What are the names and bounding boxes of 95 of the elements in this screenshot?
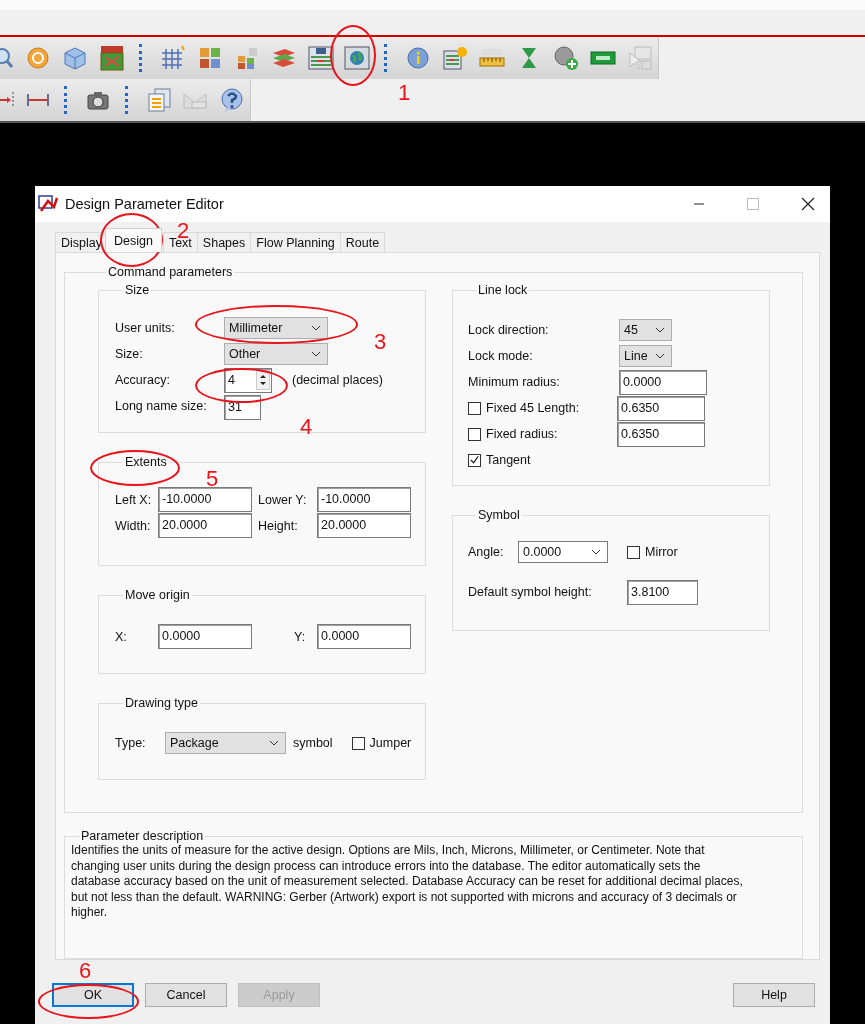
text-field[interactable]: 20.0000	[158, 513, 252, 538]
dropdown[interactable]: 0.0000	[518, 541, 608, 563]
spin-arrows-icon[interactable]	[256, 370, 270, 390]
field-label: Angle:	[468, 545, 505, 559]
field-label: Accuracy:	[115, 373, 171, 387]
field-label: Lower Y:	[258, 492, 308, 507]
text-field[interactable]: 0.0000	[158, 624, 252, 649]
circle-plus-icon[interactable]	[552, 45, 579, 71]
dialog-button[interactable]: Cancel	[145, 983, 227, 1007]
field-label: Height:	[258, 518, 299, 533]
text-field[interactable]: 0.6350	[617, 421, 705, 447]
checkbox-label: Jumper	[369, 736, 412, 750]
field-label: User units:	[115, 321, 176, 335]
close-icon[interactable]	[801, 197, 815, 211]
tab[interactable]: Display	[55, 232, 108, 252]
checkbox[interactable]	[468, 401, 481, 415]
field-label: Y:	[294, 629, 307, 644]
app-icon	[38, 195, 58, 213]
squares-icon[interactable]	[197, 46, 222, 70]
window-title: Design Parameter Editor	[65, 196, 224, 212]
globe-icon[interactable]	[344, 46, 371, 70]
grid-icon[interactable]	[160, 45, 186, 71]
board-icon[interactable]	[100, 45, 125, 71]
tab[interactable]: Route	[339, 232, 386, 252]
text-field[interactable]: -10.0000	[158, 487, 252, 512]
documents-icon[interactable]	[145, 87, 172, 113]
checkbox-label: Mirror	[645, 545, 678, 559]
camera-icon[interactable]	[86, 89, 111, 111]
field-label: Size:	[115, 347, 144, 361]
annotation-number: 3	[374, 329, 387, 355]
caret-icon	[269, 740, 279, 746]
field-label: Long name size:	[115, 399, 208, 413]
checkbox[interactable]	[468, 453, 481, 467]
checkbox-label: Tangent	[486, 453, 531, 467]
field-label: Width:	[115, 518, 152, 533]
annotation-number: 1	[398, 80, 411, 106]
group-title: Extents	[124, 455, 168, 469]
ruler-icon[interactable]	[478, 46, 507, 70]
text-field[interactable]: 0.6350	[617, 395, 705, 421]
text-field[interactable]: 0.0000	[317, 624, 411, 649]
group-title: Command parameters	[107, 265, 234, 279]
table-alert-icon[interactable]	[442, 46, 469, 70]
group-title: Line lock	[477, 283, 529, 297]
group-title: Drawing type	[124, 696, 199, 710]
description-text: Identifies the units of measure for the active design. Options are Mils, Inch, Microns, Millimeter, or Centimeter. Note that changing user units during the design process can introduce errors into the database. The editor automatically sets the database accuracy based on the unit of measurement selected. Database Accuracy can be reset for additional decimal places, but not less than the default. WARNING: Gerber (Artwork) export is not supported with microns and accuracy of 3 decimals or higher.	[71, 843, 744, 921]
label-icon[interactable]	[589, 50, 616, 66]
text-field[interactable]: -10.0000	[317, 487, 411, 512]
spin-field[interactable]: 4	[224, 367, 272, 393]
refresh-icon[interactable]	[26, 46, 51, 70]
field-label: X:	[115, 629, 128, 644]
caret-icon	[655, 327, 665, 333]
text-field[interactable]: 3.8100	[627, 579, 698, 605]
dropdown[interactable]: Line	[619, 345, 672, 367]
field-label: Type:	[115, 736, 147, 750]
tab[interactable]: Design	[105, 228, 162, 252]
field-label: Lock direction:	[468, 323, 550, 337]
checkbox-label: Fixed radius:	[486, 427, 559, 441]
checkbox[interactable]	[351, 736, 365, 750]
caret-icon	[311, 325, 321, 331]
dropdown[interactable]: Other	[224, 343, 328, 365]
group-title: Symbol	[477, 508, 521, 522]
text-field[interactable]: 0.0000	[619, 369, 707, 395]
dropdown[interactable]: Millimeter	[224, 317, 328, 339]
dialog-button[interactable]: OK	[52, 983, 134, 1007]
dialog-button[interactable]: Help	[733, 983, 815, 1007]
unit-label: symbol	[293, 736, 333, 750]
group-title: Move origin	[124, 588, 191, 602]
checkbox[interactable]	[468, 427, 481, 441]
magnifier-icon[interactable]	[0, 46, 14, 70]
field-label: Default symbol height:	[468, 585, 593, 599]
checkbox[interactable]	[627, 545, 640, 559]
field-label: Left X:	[115, 492, 153, 507]
dropdown[interactable]: 45	[619, 319, 672, 341]
annotation-number: 6	[79, 958, 92, 984]
tab[interactable]: Flow Planning	[250, 232, 341, 252]
annotation-number: 4	[300, 414, 313, 440]
field-label: Lock mode:	[468, 349, 534, 363]
dropdown[interactable]: Package	[165, 732, 286, 754]
unit-label: (decimal places)	[292, 373, 383, 387]
hourglass-icon[interactable]	[519, 46, 539, 70]
text-field[interactable]: 31	[224, 395, 261, 420]
highlight-ellipse	[330, 25, 376, 86]
text-field[interactable]: 20.0000	[317, 513, 411, 538]
field-label: Minimum radius:	[468, 375, 561, 389]
caret-icon	[655, 353, 665, 359]
group-title: Parameter description	[80, 829, 205, 843]
checkbox-label: Fixed 45 Length:	[486, 401, 581, 415]
cube-icon[interactable]	[62, 45, 89, 71]
help-icon[interactable]	[218, 87, 245, 113]
tab[interactable]: Shapes	[196, 232, 252, 252]
group-title: Size	[124, 283, 151, 297]
table-icon[interactable]	[307, 46, 334, 70]
caret-icon	[311, 351, 321, 357]
caret-icon	[591, 549, 601, 555]
info-icon[interactable]	[406, 46, 431, 70]
